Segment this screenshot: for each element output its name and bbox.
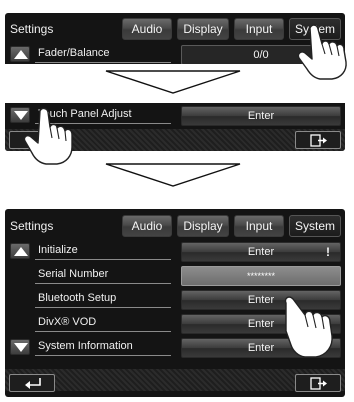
exit-button[interactable]	[295, 131, 341, 149]
settings-title: Settings	[10, 219, 54, 233]
tab-audio[interactable]: Audio	[122, 215, 172, 237]
row-label-divx-vod: DivX® VOD	[35, 316, 171, 332]
exit-door-icon	[310, 134, 327, 147]
tab-display[interactable]: Display	[177, 215, 229, 237]
row-label-bluetooth-setup: Bluetooth Setup	[35, 292, 171, 308]
footer-bar	[5, 369, 345, 391]
pointing-hand-icon	[23, 107, 73, 165]
exit-button[interactable]	[295, 374, 341, 392]
warning-indicator: !	[326, 245, 330, 259]
row-label-initialize: Initialize	[35, 244, 171, 260]
row-label-system-information: System Information	[35, 340, 171, 356]
back-button[interactable]	[9, 374, 55, 392]
pointing-hand-icon	[284, 296, 333, 358]
settings-title: Settings	[10, 22, 54, 36]
pointing-hand-icon	[297, 24, 347, 80]
touch-panel-adjust-enter-button[interactable]: Enter	[181, 106, 341, 126]
row-label-fader-balance: Fader/Balance	[35, 47, 171, 63]
tab-audio[interactable]: Audio	[122, 18, 172, 40]
row-label-serial-number: Serial Number	[35, 268, 171, 284]
triangle-down-icon	[14, 343, 28, 352]
serial-number-value: ********	[181, 266, 341, 286]
initialize-enter-label: Enter	[247, 246, 275, 258]
tab-input[interactable]: Input	[234, 215, 284, 237]
flow-arrow-icon	[105, 70, 241, 94]
return-arrow-icon	[25, 378, 41, 389]
tab-system[interactable]: System	[289, 215, 341, 237]
scroll-up-button[interactable]	[10, 243, 30, 259]
tab-input[interactable]: Input	[234, 18, 284, 40]
triangle-up-icon	[14, 50, 28, 59]
top-settings-screen: Settings Audio Display Input System Fade…	[5, 13, 345, 64]
tab-display[interactable]: Display	[177, 18, 229, 40]
scroll-down-button[interactable]	[10, 339, 30, 355]
triangle-up-icon	[14, 247, 28, 256]
scroll-up-button[interactable]	[10, 46, 30, 62]
exit-door-icon	[310, 377, 327, 390]
initialize-enter-button[interactable]: Enter !	[181, 242, 341, 262]
flow-arrow-icon	[105, 163, 241, 187]
